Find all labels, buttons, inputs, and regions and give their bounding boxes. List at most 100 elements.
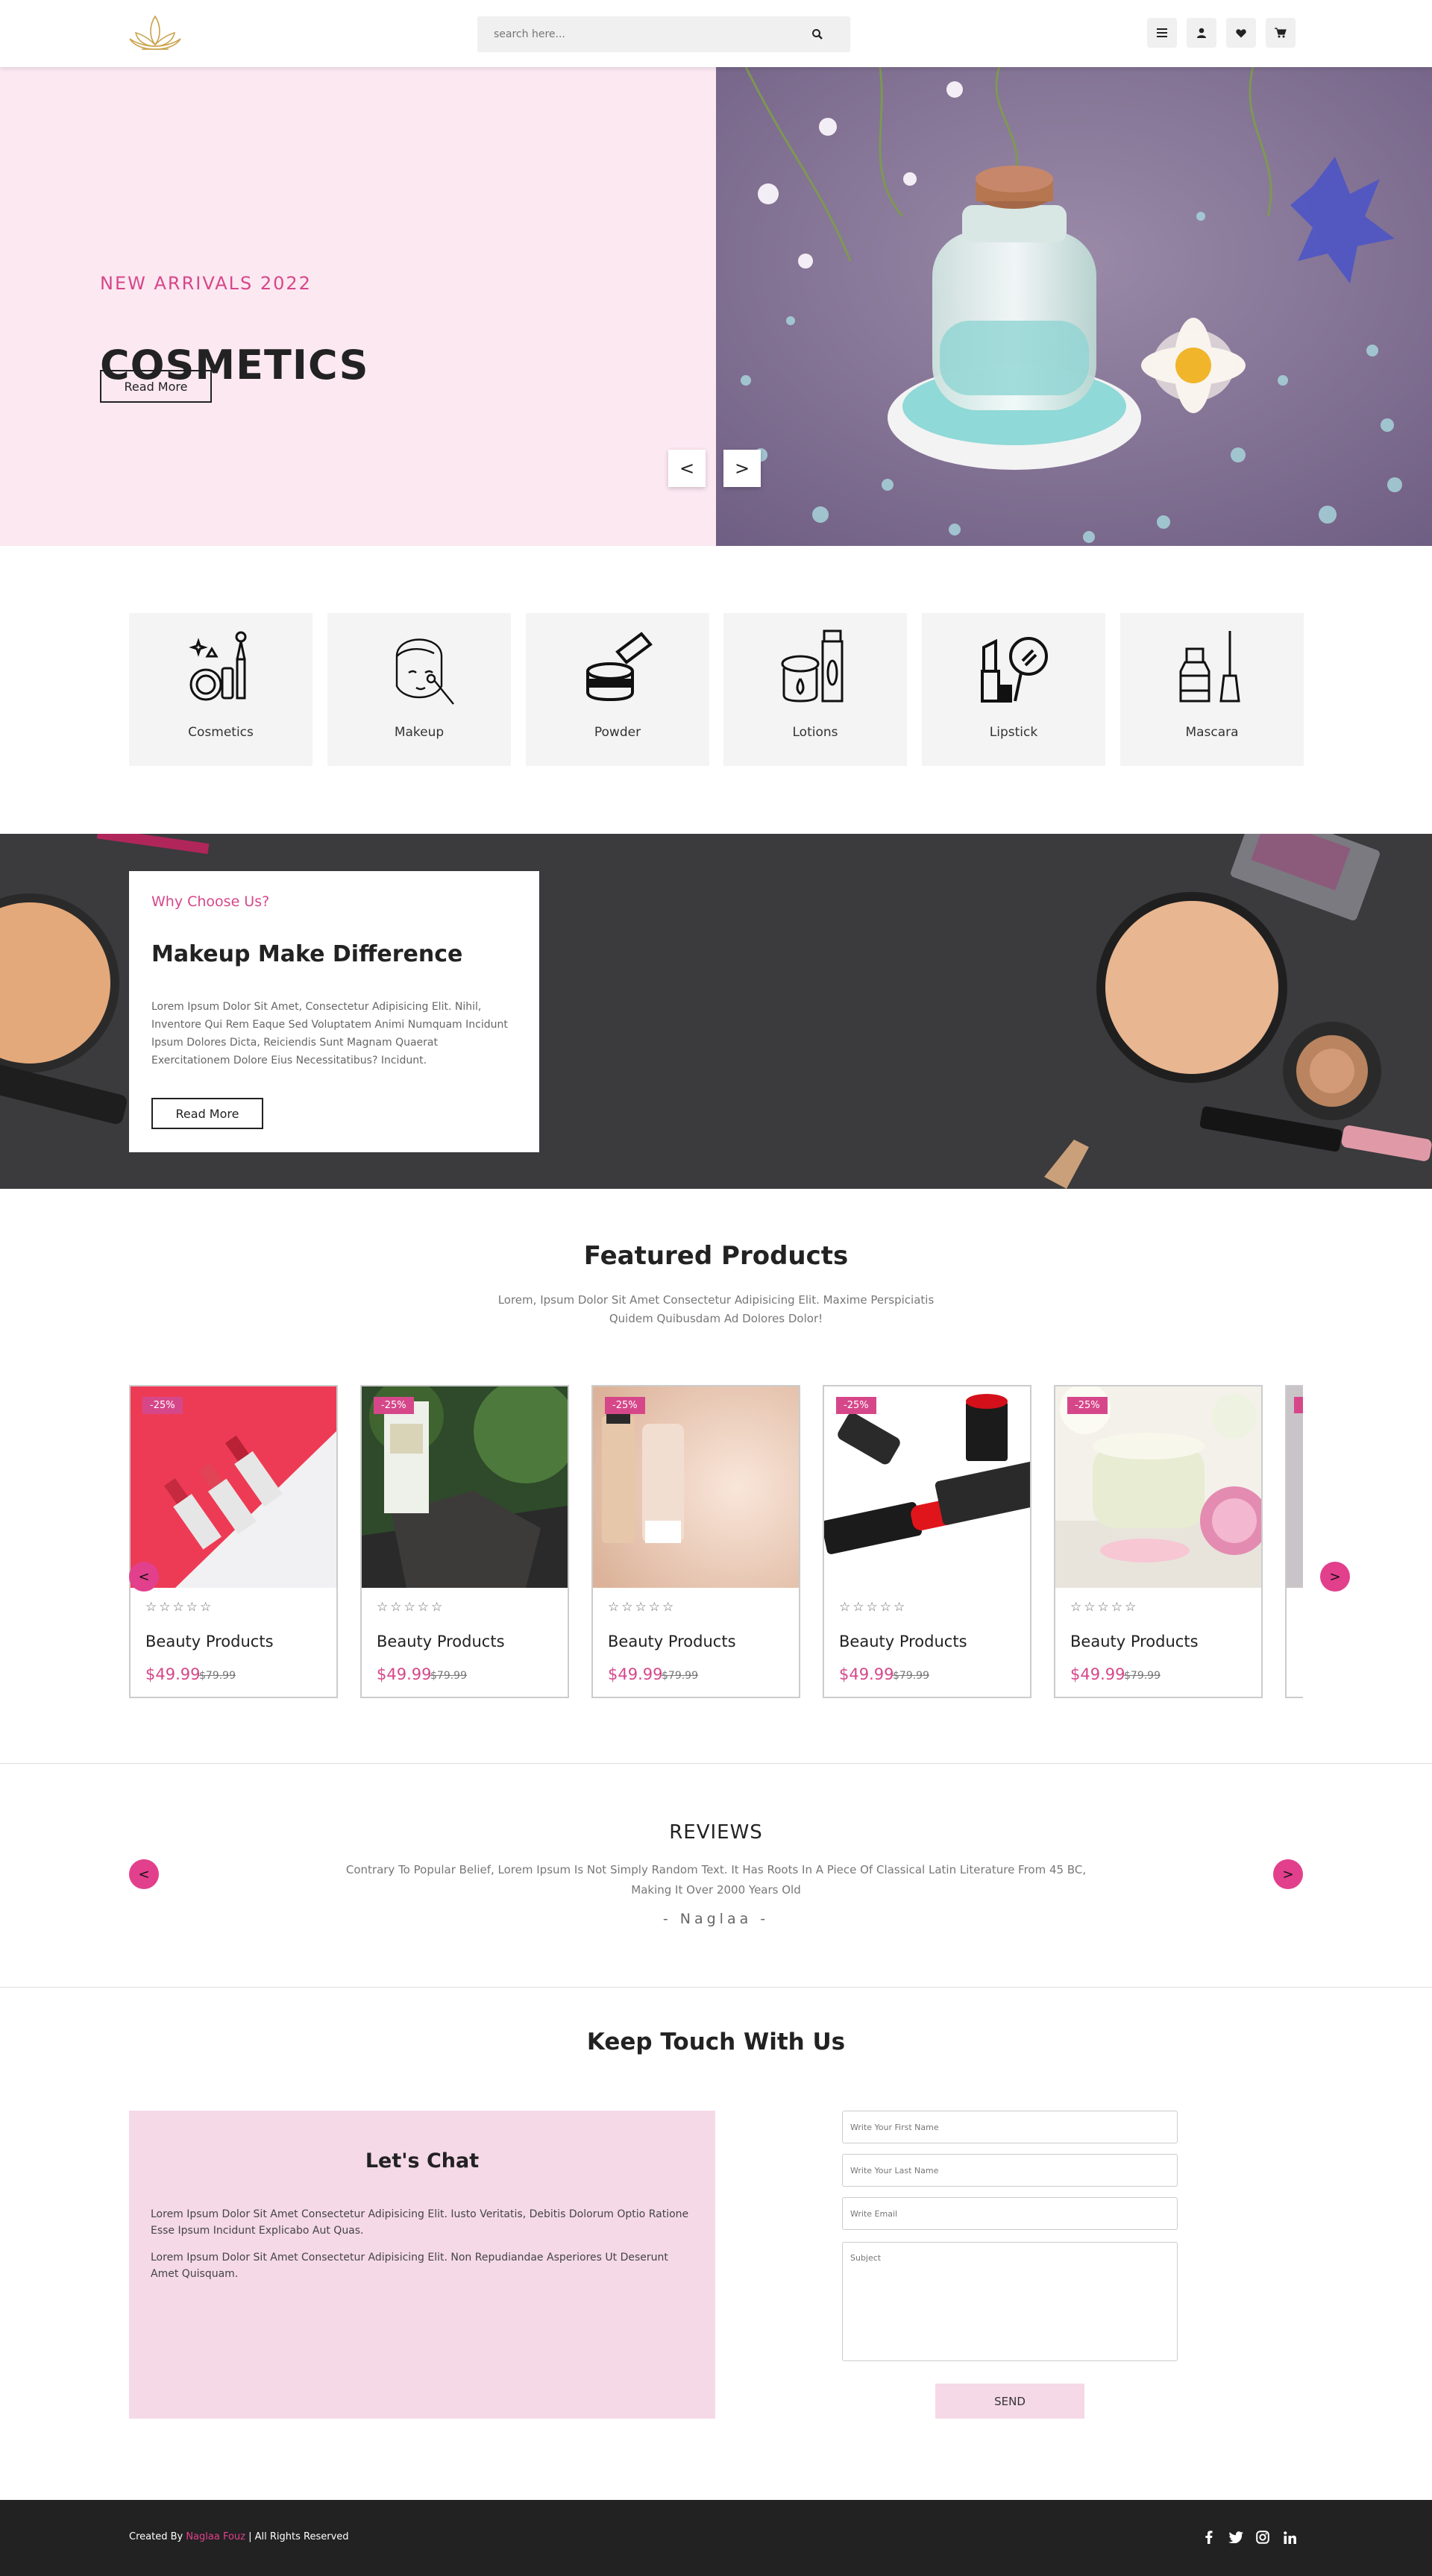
lotus-logo-icon[interactable] — [127, 12, 183, 55]
search-icon[interactable] — [811, 28, 823, 40]
category-label: Mascara — [1185, 725, 1239, 740]
footer-created-by: Created By — [129, 2531, 186, 2542]
category-cosmetics[interactable]: Cosmetics — [129, 613, 313, 766]
product-card-partial[interactable] — [1285, 1385, 1303, 1698]
product-name[interactable]: Beauty Products — [1070, 1633, 1199, 1650]
send-button[interactable]: SEND — [935, 2384, 1084, 2419]
rating-stars[interactable]: ☆☆☆☆☆ — [377, 1600, 445, 1615]
discount-badge-partial — [1294, 1397, 1303, 1413]
discount-badge: -25% — [142, 1397, 183, 1414]
product-price: $49.99 — [608, 1665, 663, 1683]
reviews-title: REVIEWS — [669, 1821, 763, 1844]
subject-field[interactable] — [842, 2242, 1178, 2361]
email-field[interactable] — [842, 2197, 1178, 2230]
products-prev-button[interactable]: < — [129, 1562, 159, 1592]
product-old-price: $79.99 — [430, 1670, 467, 1682]
lipstick-mirror-icon — [981, 637, 1048, 703]
category-label: Makeup — [394, 725, 445, 740]
category-makeup[interactable]: Makeup — [327, 613, 511, 766]
footer-rights: | All Rights Reserved — [245, 2531, 349, 2542]
category-powder[interactable]: Powder — [526, 613, 709, 766]
discount-badge: -25% — [605, 1397, 645, 1414]
search-bar — [477, 16, 850, 52]
linkedin-icon[interactable] — [1281, 2528, 1298, 2546]
site-footer: Created By Naglaa Fouz | All Rights Rese… — [0, 2500, 1432, 2576]
cart-icon — [1275, 28, 1287, 38]
chat-paragraph: Lorem Ipsum Dolor Sit Amet Consectetur A… — [151, 2208, 689, 2237]
footer-author-link[interactable]: Naglaa Fouz — [186, 2531, 245, 2542]
category-label: Lotions — [792, 725, 838, 740]
category-label: Powder — [594, 725, 641, 740]
product-image-partial — [1287, 1386, 1303, 1588]
user-icon — [1197, 28, 1206, 38]
contact-title: Keep Touch With Us — [586, 2029, 846, 2055]
review-text: Contrary To Popular Belief, Lorem Ipsum … — [345, 1863, 1087, 1897]
product-price: $49.99 — [839, 1665, 894, 1683]
category-mascara[interactable]: Mascara — [1120, 613, 1304, 766]
category-lipstick[interactable]: Lipstick — [922, 613, 1105, 766]
cart-button[interactable] — [1266, 18, 1296, 48]
hero-read-more-button[interactable]: Read More — [100, 370, 212, 403]
last-name-field[interactable] — [842, 2154, 1178, 2187]
reviews-prev-button[interactable]: < — [129, 1859, 159, 1889]
product-old-price: $79.99 — [662, 1670, 698, 1682]
hero-panel: NEW ARRIVALS 2022 COSMETICS Read More — [0, 67, 716, 546]
discount-badge: -25% — [836, 1397, 876, 1414]
twitter-icon[interactable] — [1227, 2528, 1245, 2546]
search-input[interactable] — [477, 16, 806, 52]
account-button[interactable] — [1187, 18, 1216, 48]
products-next-button[interactable]: > — [1320, 1562, 1350, 1592]
product-image-cream-jar: -25% — [1055, 1386, 1261, 1588]
hero-next-button[interactable]: > — [723, 450, 761, 487]
hero-subtitle: NEW ARRIVALS 2022 — [100, 273, 312, 294]
discount-badge: -25% — [1067, 1397, 1108, 1414]
first-name-field[interactable] — [842, 2111, 1178, 2143]
product-old-price: $79.99 — [199, 1670, 236, 1682]
site-header — [0, 0, 1432, 67]
product-name[interactable]: Beauty Products — [377, 1633, 505, 1650]
product-image-lipstick-red: -25% — [824, 1386, 1030, 1588]
wishlist-button[interactable] — [1226, 18, 1256, 48]
hero-prev-button[interactable]: < — [668, 450, 706, 487]
why-choose-card: Why Choose Us? Makeup Make Difference Lo… — [129, 871, 539, 1152]
instagram-icon[interactable] — [1254, 2528, 1272, 2546]
product-card[interactable]: -25% ☆☆☆☆☆ Beauty Products $49.99 $79.99 — [591, 1385, 800, 1698]
rating-stars[interactable]: ☆☆☆☆☆ — [839, 1600, 907, 1615]
rating-stars[interactable]: ☆☆☆☆☆ — [145, 1600, 213, 1615]
lotion-tube-icon — [781, 629, 844, 703]
facebook-icon[interactable] — [1200, 2528, 1218, 2546]
heart-icon — [1236, 28, 1246, 37]
review-author: - Naglaa - — [662, 1911, 770, 1927]
chat-paragraph: Lorem Ipsum Dolor Sit Amet Consectetur A… — [151, 2252, 668, 2280]
product-old-price: $79.99 — [893, 1670, 929, 1682]
product-card[interactable]: -25% ☆☆☆☆☆ Beauty Products $49.99 $79.99 — [129, 1385, 338, 1698]
product-image-foundation: -25% — [593, 1386, 799, 1588]
category-label: Lipstick — [989, 725, 1038, 740]
menu-icon — [1157, 28, 1167, 37]
product-card[interactable]: -25% ☆☆☆☆☆ Beauty Products $49.99 $79.99 — [1054, 1385, 1263, 1698]
rating-stars[interactable]: ☆☆☆☆☆ — [608, 1600, 676, 1615]
category-lotions[interactable]: Lotions — [723, 613, 907, 766]
powder-jar-icon — [586, 632, 653, 702]
featured-description: Lorem, Ipsum Dolor Sit Amet Consectetur … — [497, 1293, 935, 1325]
why-subtitle: Why Choose Us? — [151, 893, 270, 910]
discount-badge: -25% — [374, 1397, 414, 1414]
why-read-more-button[interactable]: Read More — [151, 1098, 263, 1129]
menu-button[interactable] — [1147, 18, 1177, 48]
reviews-next-button[interactable]: > — [1273, 1859, 1303, 1889]
chat-title: Let's Chat — [365, 2149, 480, 2173]
cosmetics-icon — [189, 631, 247, 701]
hero-image — [716, 67, 1432, 546]
product-name[interactable]: Beauty Products — [145, 1633, 274, 1650]
product-card[interactable]: -25% ☆☆☆☆☆ Beauty Products $49.99 $79.99 — [360, 1385, 569, 1698]
product-card[interactable]: -25% ☆☆☆☆☆ Beauty Products $49.99 $79.99 — [823, 1385, 1031, 1698]
footer-credits: Created By Naglaa Fouz | All Rights Rese… — [129, 2531, 349, 2542]
product-name[interactable]: Beauty Products — [608, 1633, 736, 1650]
product-image-lipsticks: -25% — [131, 1386, 336, 1588]
product-old-price: $79.99 — [1124, 1670, 1161, 1682]
product-name[interactable]: Beauty Products — [839, 1633, 967, 1650]
section-divider — [0, 1763, 1432, 1764]
product-price: $49.99 — [1070, 1665, 1125, 1683]
lets-chat-panel: Let's Chat Lorem Ipsum Dolor Sit Amet Co… — [129, 2111, 715, 2419]
rating-stars[interactable]: ☆☆☆☆☆ — [1070, 1600, 1138, 1615]
